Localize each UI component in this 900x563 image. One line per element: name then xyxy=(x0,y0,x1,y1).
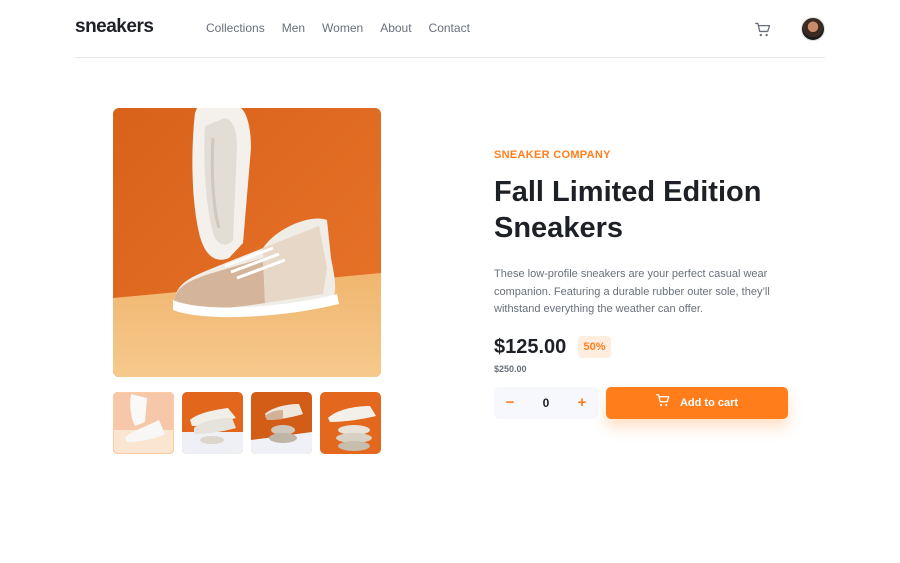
product-main-image[interactable] xyxy=(113,108,381,377)
site-header: sneakers Collections Men Women About Con… xyxy=(75,0,825,58)
add-to-cart-label: Add to cart xyxy=(679,397,739,409)
cart-icon xyxy=(655,394,670,412)
main-nav: Collections Men Women About Contact xyxy=(206,21,487,35)
thumbnail-strip xyxy=(113,392,381,454)
nav-contact[interactable]: Contact xyxy=(429,21,470,35)
thumbnail-4[interactable] xyxy=(320,392,381,454)
nav-collections[interactable]: Collections xyxy=(206,21,265,35)
add-to-cart-button[interactable]: Add to cart xyxy=(606,387,788,419)
product-title: Fall Limited Edition Sneakers xyxy=(494,176,762,244)
current-price: $125.00 xyxy=(494,336,567,358)
nav-men[interactable]: Men xyxy=(282,21,305,35)
nav-about[interactable]: About xyxy=(380,21,411,35)
user-avatar[interactable] xyxy=(801,17,825,41)
nav-women[interactable]: Women xyxy=(322,21,363,35)
decrease-quantity-button[interactable]: − xyxy=(494,387,526,419)
logo[interactable]: sneakers xyxy=(75,16,154,38)
company-label: SNEAKER COMPANY xyxy=(494,149,611,161)
product-description: These low-profile sneakers are your perf… xyxy=(494,268,770,315)
thumbnail-1[interactable] xyxy=(113,392,174,454)
cart-icon[interactable] xyxy=(755,22,771,38)
quantity-value: 0 xyxy=(542,396,550,410)
thumbnail-3[interactable] xyxy=(251,392,312,454)
quantity-stepper: − 0 + xyxy=(494,387,598,419)
discount-badge: 50% xyxy=(578,336,611,358)
original-price: $250.00 xyxy=(494,364,527,374)
thumbnail-2[interactable] xyxy=(182,392,243,454)
increase-quantity-button[interactable]: + xyxy=(566,387,598,419)
